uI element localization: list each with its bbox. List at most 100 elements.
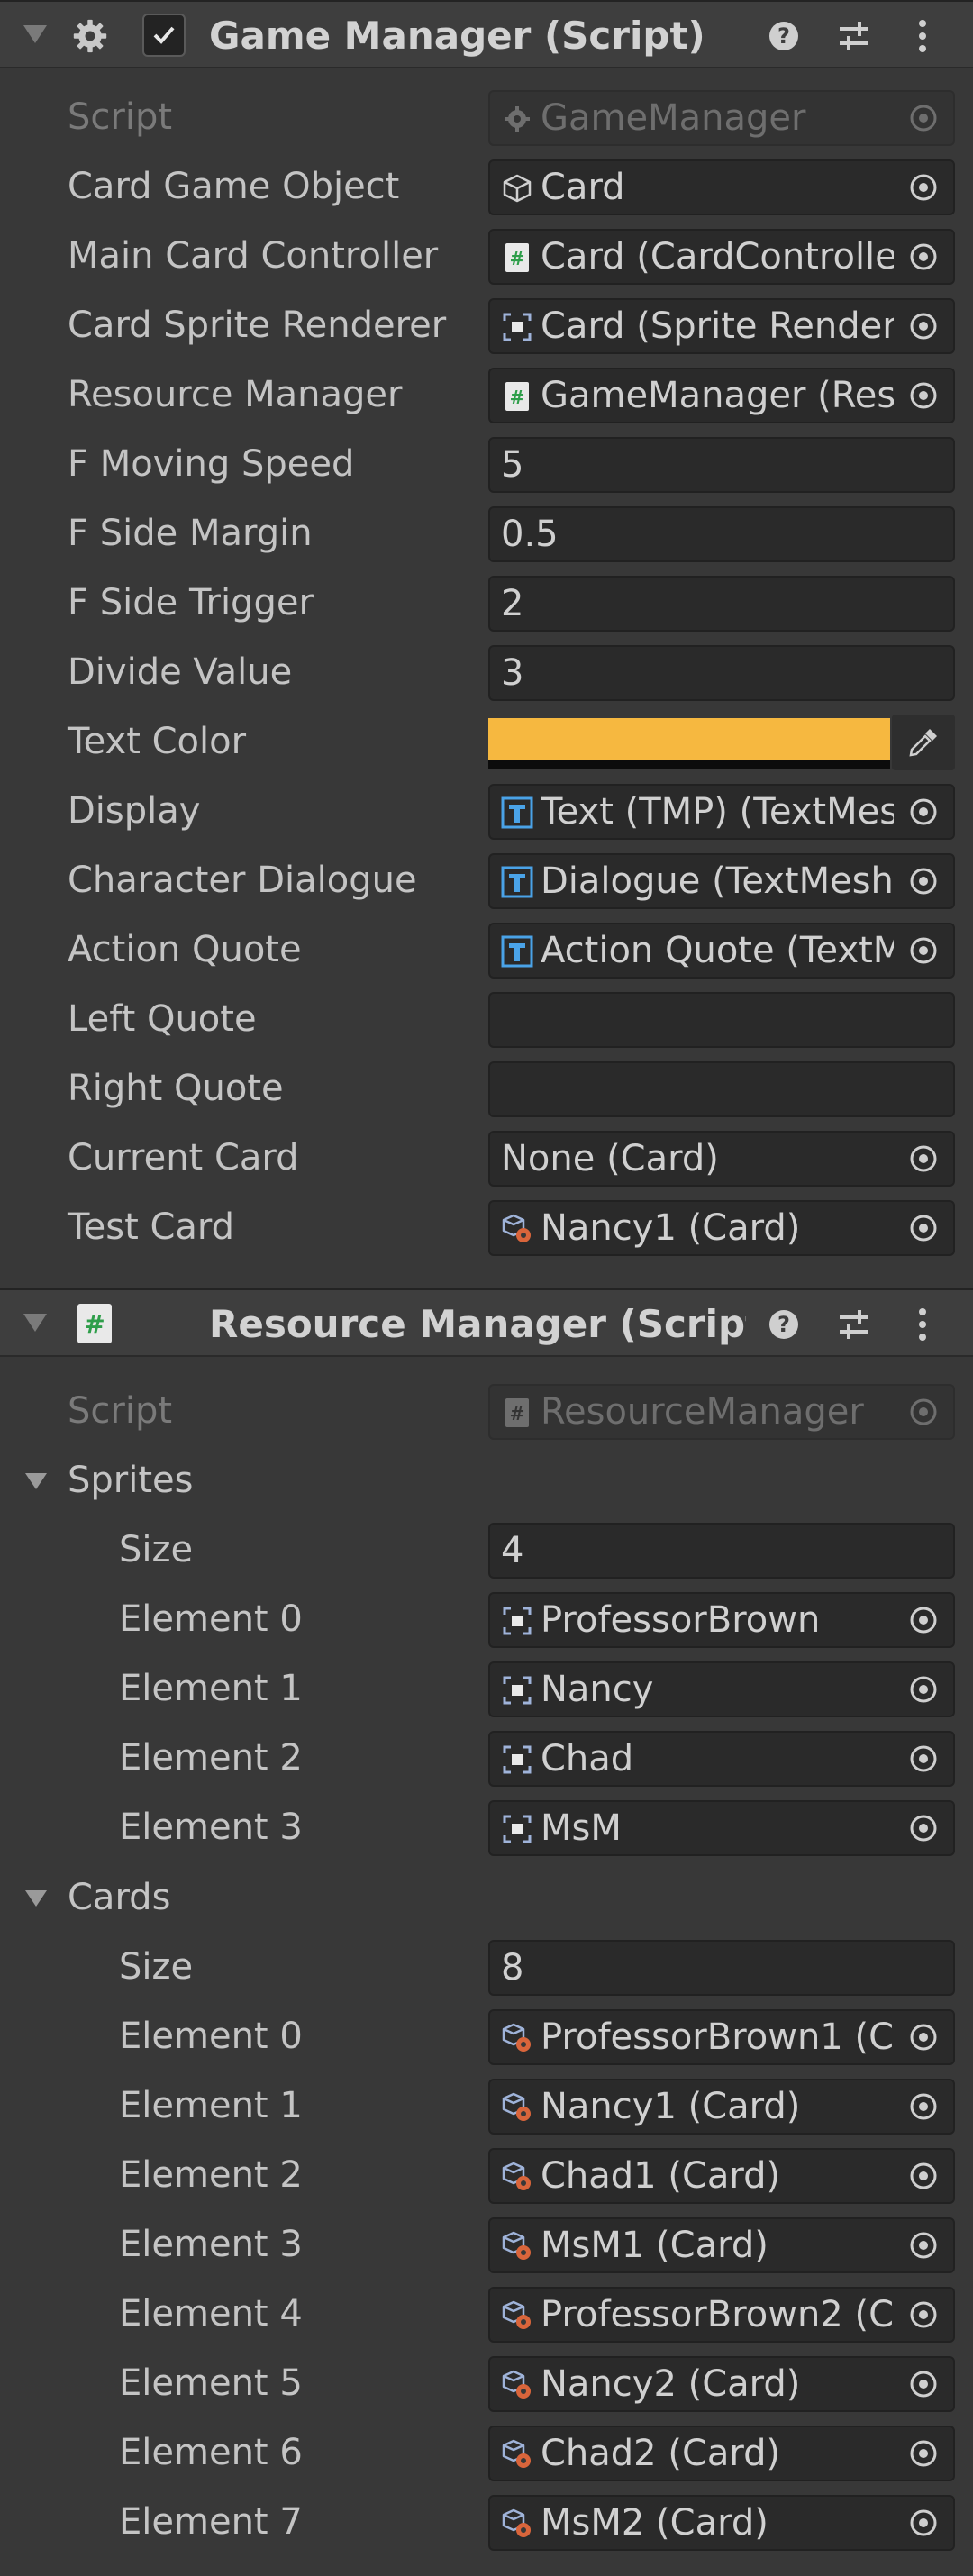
object-picker-icon[interactable] (894, 231, 953, 283)
card-element-field[interactable]: Chad1 (Card) (488, 2148, 955, 2204)
test-card-field[interactable]: Nancy1 (Card) (488, 1200, 955, 1256)
sprites-fold-arrow-icon[interactable] (25, 1473, 47, 1489)
kebab-menu-icon[interactable] (905, 18, 941, 54)
action-quote-field[interactable]: Action Quote (TextMeshPro) (488, 923, 955, 979)
object-picker-icon[interactable] (894, 2011, 953, 2063)
field-label: Right Quote (68, 1068, 284, 1109)
prefab-script-icon (501, 2091, 533, 2124)
cards-size-input[interactable]: 8 (488, 1940, 955, 1996)
object-picker-icon[interactable] (894, 2080, 953, 2133)
field-label: Script (68, 1390, 173, 1432)
field-label: Main Card Controller (68, 235, 439, 277)
card-element-field[interactable]: Chad2 (Card) (488, 2426, 955, 2481)
svg-text:#: # (510, 387, 525, 408)
card-element-field[interactable]: MsM2 (Card) (488, 2495, 955, 2551)
sprite-element-field[interactable]: MsM (488, 1800, 955, 1856)
object-picker-icon[interactable] (894, 924, 953, 977)
gm-test-card-row: Test Card Nancy1 (Card) (0, 1193, 973, 1262)
object-picker-icon[interactable] (894, 2497, 953, 2549)
help-icon[interactable]: ? (766, 18, 802, 54)
object-picker-icon[interactable] (894, 2219, 953, 2271)
field-value: Chad2 (Card) (541, 2433, 781, 2474)
sprites-label: Sprites (68, 1460, 194, 1501)
object-picker-icon[interactable] (894, 1802, 953, 1854)
field-value: MsM1 (Card) (541, 2225, 768, 2266)
field-value: None (Card) (501, 1138, 719, 1179)
sprites-foldout[interactable]: Sprites (0, 1446, 973, 1516)
resource-manager-fold-arrow-icon[interactable] (23, 1314, 47, 1332)
help-icon[interactable]: ? (766, 1306, 802, 1343)
script-file-icon: # (501, 380, 533, 413)
script-file-icon: # (501, 1397, 533, 1429)
sliders-icon[interactable] (836, 1306, 872, 1343)
field-value: 3 (501, 652, 524, 694)
kebab-menu-icon[interactable] (905, 1306, 941, 1343)
card-element-field[interactable]: ProfessorBrown1 (Card) (488, 2009, 955, 2065)
object-picker-icon[interactable] (894, 1594, 953, 1646)
field-label: Current Card (68, 1137, 299, 1179)
prefab-script-icon (501, 2230, 533, 2262)
card-element-field[interactable]: Nancy1 (Card) (488, 2079, 955, 2135)
field-value: Action Quote (TextMeshPro) (541, 930, 924, 971)
resource-manager-field[interactable]: # GameManager (ResourceManager) (488, 368, 955, 423)
game-manager-header[interactable]: Game Manager (Script) ? (0, 0, 973, 68)
object-picker-icon[interactable] (894, 1133, 953, 1185)
field-value: 0.5 (501, 514, 559, 555)
sprite-element-field[interactable]: Nancy (488, 1661, 955, 1717)
prefab-script-icon (501, 2161, 533, 2193)
resource-manager-title: Resource Manager (Script) (209, 1302, 746, 1346)
sprite-renderer-icon (501, 311, 533, 343)
right-quote-input[interactable] (488, 1061, 955, 1117)
sprite-element-field[interactable]: Chad (488, 1731, 955, 1787)
object-picker-icon[interactable] (894, 855, 953, 907)
f-moving-speed-input[interactable]: 5 (488, 437, 955, 493)
sprites-size-input[interactable]: 4 (488, 1523, 955, 1579)
object-picker-icon[interactable] (894, 1202, 953, 1254)
divide-value-input[interactable]: 3 (488, 645, 955, 701)
field-value: Dialogue (TextMeshPro) (541, 860, 924, 902)
eyedropper-icon[interactable] (892, 715, 955, 770)
gm-card-game-object-row: Card Game Object Card (0, 152, 973, 222)
sprite-icon (501, 1743, 533, 1776)
left-quote-input[interactable] (488, 992, 955, 1048)
script-file-icon: # (501, 241, 533, 274)
object-picker-icon[interactable] (894, 1733, 953, 1785)
current-card-field[interactable]: None (Card) (488, 1131, 955, 1187)
svg-text:?: ? (777, 23, 790, 49)
object-picker-icon[interactable] (894, 2289, 953, 2341)
cards-foldout[interactable]: Cards (0, 1863, 973, 1933)
main-card-controller-field[interactable]: # Card (CardController) (488, 229, 955, 285)
game-manager-fold-arrow-icon[interactable] (23, 25, 47, 43)
object-picker-icon[interactable] (894, 161, 953, 214)
sprite-element-field[interactable]: ProfessorBrown (488, 1592, 955, 1648)
card-sprite-renderer-field[interactable]: Card (Sprite Renderer) (488, 298, 955, 354)
resource-manager-header[interactable]: # Resource Manager (Script) ? (0, 1288, 973, 1357)
card-element-field[interactable]: ProfessorBrown2 (Card) (488, 2287, 955, 2343)
field-label: Element 3 (119, 2224, 303, 2265)
cards-fold-arrow-icon[interactable] (25, 1890, 47, 1907)
prefab-script-icon (501, 2299, 533, 2332)
gm-character-dialogue-row: Character Dialogue Dialogue (TextMeshPro… (0, 846, 973, 915)
object-picker-icon[interactable] (894, 300, 953, 352)
enabled-checkbox[interactable] (142, 14, 186, 57)
object-picker-icon[interactable] (894, 2358, 953, 2410)
card-element-row: Element 6 Chad2 (Card) (0, 2418, 973, 2488)
object-picker-icon[interactable] (894, 786, 953, 838)
card-game-object-field[interactable]: Card (488, 159, 955, 215)
object-picker-icon[interactable] (894, 1663, 953, 1716)
object-picker-icon[interactable] (894, 2150, 953, 2202)
f-side-trigger-input[interactable]: 2 (488, 576, 955, 632)
field-value: 4 (501, 1530, 524, 1571)
text-color-swatch[interactable] (488, 718, 890, 769)
object-picker-icon[interactable] (894, 369, 953, 422)
sliders-icon[interactable] (836, 18, 872, 54)
card-element-field[interactable]: Nancy2 (Card) (488, 2356, 955, 2412)
character-dialogue-field[interactable]: Dialogue (TextMeshPro) (488, 853, 955, 909)
display-field[interactable]: Text (TMP) (TextMeshPro) (488, 784, 955, 840)
field-label: Size (119, 1529, 194, 1570)
object-picker-icon[interactable] (894, 2427, 953, 2480)
f-side-margin-input[interactable]: 0.5 (488, 506, 955, 562)
field-value: Card (CardController) (541, 236, 924, 278)
card-element-row: Element 0 ProfessorBrown1 (Card) (0, 2002, 973, 2071)
card-element-field[interactable]: MsM1 (Card) (488, 2217, 955, 2273)
